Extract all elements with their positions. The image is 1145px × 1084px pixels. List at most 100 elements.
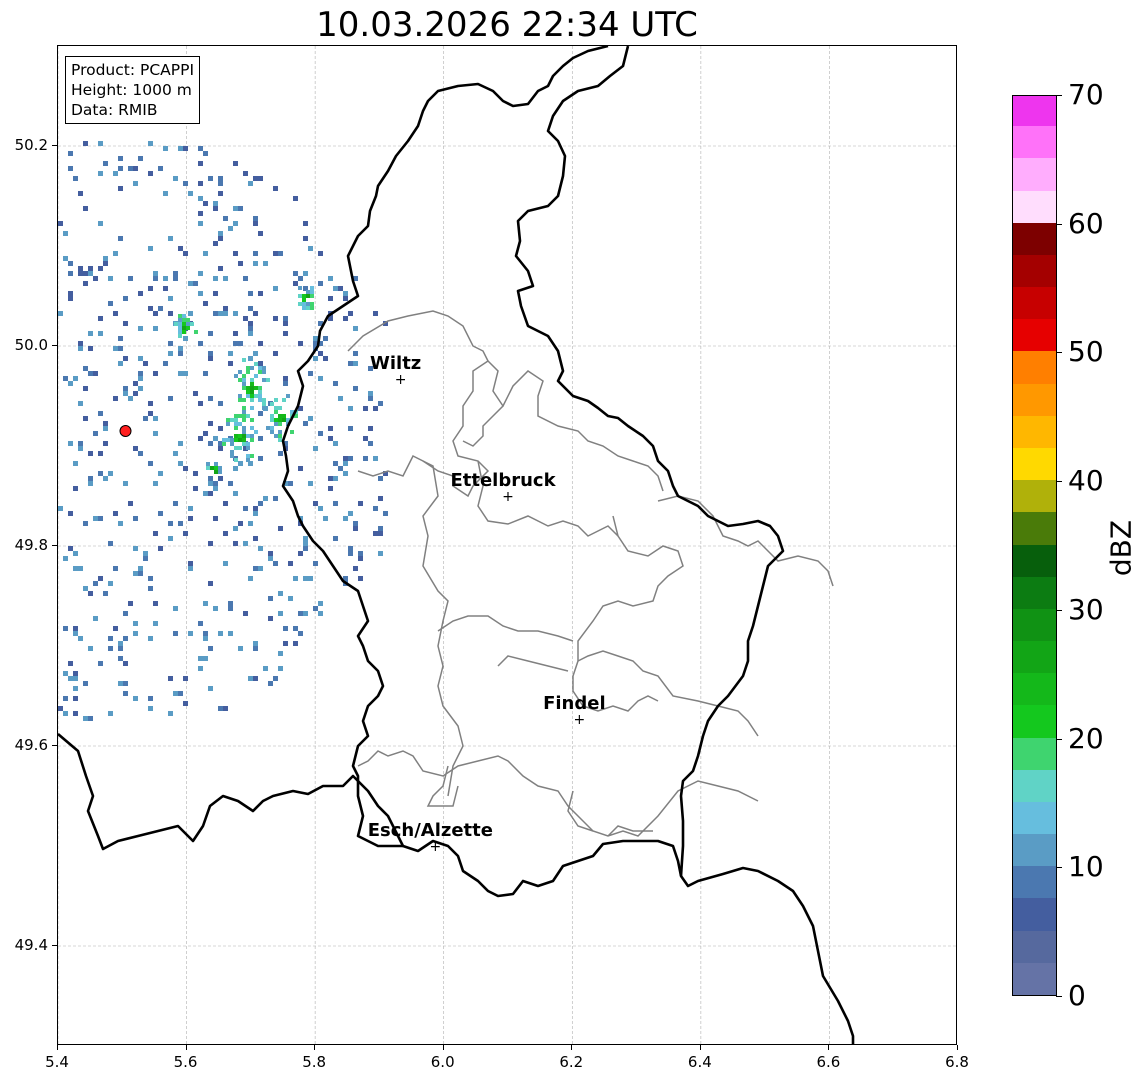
echo-pixel <box>198 656 203 661</box>
echo-pixel <box>218 176 223 181</box>
echo-pixel <box>188 561 193 566</box>
echo-pixel <box>234 414 238 418</box>
echo-pixel <box>168 296 173 301</box>
echo-pixel <box>193 281 198 286</box>
echo-pixel <box>254 374 258 378</box>
echo-pixel <box>174 322 178 326</box>
echo-pixel <box>306 302 310 306</box>
colorbar-segment <box>1013 576 1056 609</box>
echo-pixel <box>182 314 186 318</box>
echo-pixel <box>282 398 286 402</box>
echo-pixel <box>278 418 282 422</box>
colorbar-segment <box>1013 222 1056 255</box>
echo-pixel <box>248 291 253 296</box>
colorbar-segment <box>1013 865 1056 899</box>
echo-pixel <box>163 361 168 366</box>
echo-pixel <box>378 401 383 406</box>
echo-pixel <box>328 296 333 301</box>
echo-pixel <box>378 531 383 536</box>
echo-pixel <box>173 691 178 696</box>
colorbar-segment <box>1013 447 1056 481</box>
map-title: 10.03.2026 22:34 UTC <box>316 5 698 45</box>
city-marker: + <box>502 489 514 505</box>
echo-pixel <box>273 496 278 501</box>
echo-pixel <box>258 546 263 551</box>
echo-pixel <box>133 391 138 396</box>
echo-pixel <box>93 276 98 281</box>
echo-pixel <box>323 516 328 521</box>
echo-pixel <box>230 442 234 446</box>
colorbar-segment <box>1013 672 1056 706</box>
colorbar-tick-label: 70 <box>1068 78 1104 111</box>
radar-map[interactable]: + Wiltz + Ettelbruck + Findel + Esch/Alzette <box>57 45 957 1045</box>
echo-pixel <box>178 334 182 338</box>
echo-pixel <box>153 371 158 376</box>
colorbar-tick-mark <box>1056 481 1062 483</box>
echo-pixel <box>246 370 250 374</box>
radar-site-layer <box>119 425 132 437</box>
echo-pixel <box>108 581 113 586</box>
echo-pixel <box>78 266 83 271</box>
echo-pixel <box>68 381 73 386</box>
echo-pixel <box>118 656 123 661</box>
echo-pixel <box>258 341 263 346</box>
echo-pixel <box>118 346 123 351</box>
colorbar-segment <box>1013 125 1056 159</box>
echo-pixel <box>68 661 73 666</box>
echo-pixel <box>178 246 183 251</box>
echo-pixel <box>108 541 113 546</box>
echo-pixel <box>218 401 223 406</box>
echo-pixel <box>333 286 338 291</box>
echo-pixel <box>373 456 378 461</box>
echo-pixel <box>88 591 93 596</box>
echo-pixel <box>178 322 182 326</box>
echo-pixel <box>303 536 308 541</box>
echo-pixel <box>274 406 278 410</box>
echo-pixel <box>258 370 262 374</box>
echo-pixel <box>273 351 278 356</box>
echo-pixel <box>358 551 363 556</box>
echo-pixel <box>248 306 253 311</box>
echo-pixel <box>368 391 373 396</box>
echo-pixel <box>233 466 238 471</box>
echo-pixel <box>208 646 213 651</box>
echo-pixel <box>333 536 338 541</box>
colorbar-segment <box>1013 801 1056 835</box>
echo-pixel <box>243 316 248 321</box>
echo-pixel <box>270 402 274 406</box>
echo-pixel <box>103 261 108 266</box>
echo-pixel <box>283 626 288 631</box>
echo-pixel <box>268 556 273 561</box>
echo-pixel <box>153 276 158 281</box>
echo-pixel <box>148 306 153 311</box>
x-tick-mark <box>185 1045 187 1050</box>
echo-pixel <box>68 296 73 301</box>
echo-pixel <box>242 378 246 382</box>
echo-pixel <box>88 346 93 351</box>
echo-pixel <box>93 371 98 376</box>
colorbar-segment <box>1013 189 1056 223</box>
echo-pixel <box>183 676 188 681</box>
echo-pixel <box>270 418 274 422</box>
echo-pixel <box>148 576 153 581</box>
echo-pixel <box>63 256 68 261</box>
echo-pixel <box>168 676 173 681</box>
echo-pixel <box>333 441 338 446</box>
echo-pixel <box>348 406 353 411</box>
echo-pixel <box>253 511 258 516</box>
echo-pixel <box>158 546 163 551</box>
echo-pixel <box>118 646 123 651</box>
echo-pixel <box>303 221 308 226</box>
x-tick-mark <box>57 1045 58 1050</box>
echo-pixel <box>348 511 353 516</box>
data-source-label: Data: RMIB <box>71 101 158 119</box>
country-border <box>58 733 855 1044</box>
echo-pixel <box>208 491 213 496</box>
echo-pixel <box>133 516 138 521</box>
echo-pixel <box>253 221 258 226</box>
echo-pixel <box>128 601 133 606</box>
echo-pixel <box>223 561 228 566</box>
echo-pixel <box>193 486 198 491</box>
echo-pixel <box>113 566 118 571</box>
echo-pixel <box>268 681 273 686</box>
